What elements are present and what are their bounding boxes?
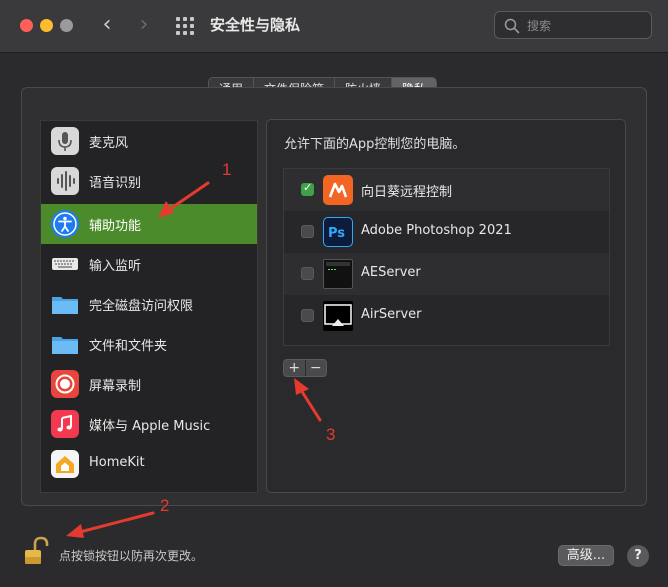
help-button[interactable]: ? [627, 545, 649, 567]
annotation-label-1: 1 [222, 160, 232, 179]
annotation-label-2: 2 [160, 496, 170, 515]
lock-hint-text: 点按锁按钮以防再次更改。 [59, 549, 204, 563]
annotation-label-3: 3 [326, 425, 336, 444]
unlocked-padlock-icon[interactable] [23, 535, 49, 571]
advanced-button[interactable]: 高级... [558, 545, 614, 566]
annotation-arrows [66, 181, 322, 538]
